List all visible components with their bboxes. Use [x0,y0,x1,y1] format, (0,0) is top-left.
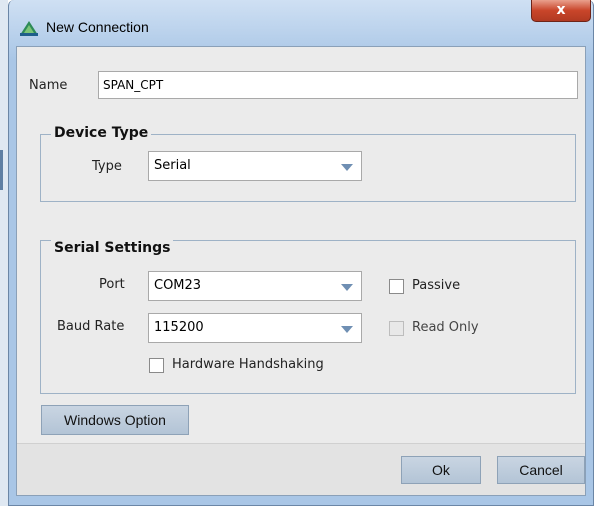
device-type-group: Device Type Type Serial [40,125,576,202]
name-label: Name [29,78,68,93]
port-dropdown[interactable]: COM23 [148,271,362,301]
background-window-mark [0,150,3,190]
device-type-title: Device Type [51,125,152,141]
port-label: Port [99,277,125,292]
hardware-handshaking-checkbox[interactable] [149,358,164,373]
window-title: New Connection [46,19,149,35]
ok-button[interactable]: Ok [401,456,481,484]
background-window-edge [0,0,8,506]
chevron-down-icon [341,326,353,333]
serial-settings-title: Serial Settings [51,240,174,256]
type-label: Type [92,159,122,174]
hardware-handshaking-label: Hardware Handshaking [172,357,324,372]
close-icon: x [556,2,566,18]
name-input[interactable]: SPAN_CPT [98,71,578,99]
baud-rate-dropdown[interactable]: 115200 [148,313,362,343]
baud-rate-label: Baud Rate [57,319,125,334]
close-button[interactable]: x [531,0,591,22]
type-dropdown[interactable]: Serial [148,151,362,181]
new-connection-dialog: New Connection x Name SPAN_CPT Device Ty… [8,0,594,506]
passive-checkbox[interactable] [389,279,404,294]
cancel-button[interactable]: Cancel [497,456,585,484]
dialog-content: Name SPAN_CPT Device Type Type Serial Se… [16,46,586,496]
chevron-down-icon [341,164,353,171]
read-only-checkbox[interactable] [389,321,404,336]
passive-label: Passive [412,278,461,293]
chevron-down-icon [341,284,353,291]
dialog-footer: Ok Cancel [17,443,585,495]
serial-settings-group: Serial Settings Port COM23 Passive Baud … [40,240,576,394]
windows-option-button[interactable]: Windows Option [41,405,189,435]
app-icon [20,21,38,36]
baud-rate-value: 115200 [154,320,204,335]
port-value: COM23 [154,278,202,293]
read-only-label: Read Only [412,320,479,335]
type-value: Serial [154,158,191,173]
title-bar[interactable]: New Connection x [9,0,593,46]
